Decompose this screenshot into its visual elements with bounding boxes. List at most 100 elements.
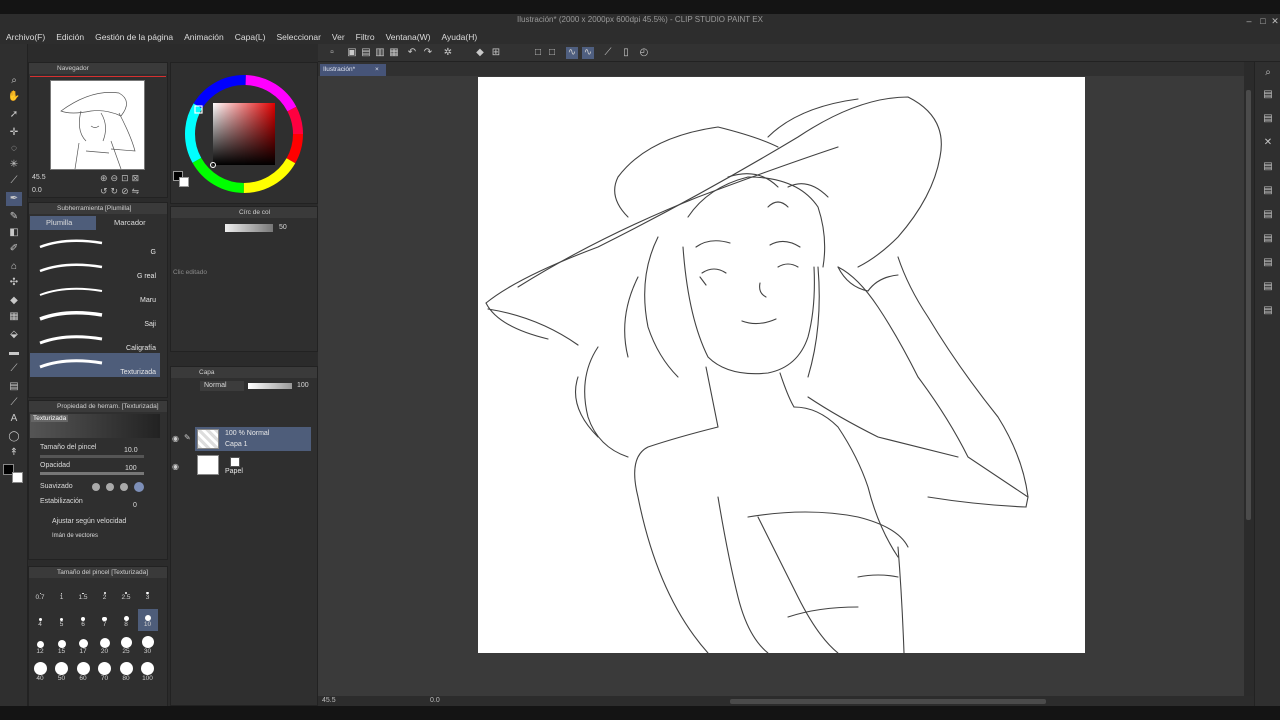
eyedropper-icon[interactable]: ⟋	[6, 174, 22, 188]
wheel-sub-swatch[interactable]	[179, 177, 189, 187]
gradient-icon[interactable]: ▬	[6, 346, 22, 360]
brush-size-option[interactable]: 1.5	[73, 582, 93, 604]
panel-material-4-icon[interactable]: ▤	[1260, 256, 1276, 270]
brush-size-slider[interactable]	[40, 455, 144, 458]
brush-size-option[interactable]: 3	[138, 582, 158, 604]
grid-icon[interactable]: ▦	[6, 310, 22, 324]
brush-size-option[interactable]: 60	[73, 662, 93, 685]
brush-size-option[interactable]: 100	[138, 662, 158, 685]
status-angle[interactable]: 0.0	[430, 697, 440, 704]
operation-icon[interactable]: ➚	[6, 108, 22, 122]
frame-icon[interactable]: ▤	[6, 380, 22, 394]
panel-search-icon[interactable]: ▤	[1260, 160, 1276, 174]
eraser-icon[interactable]: ◧	[6, 226, 22, 240]
layer-opacity-value[interactable]: 100	[297, 382, 309, 389]
brush-caligrafia[interactable]: Caligrafía	[30, 329, 160, 353]
brush-size-option[interactable]: 2.5	[116, 582, 136, 604]
panel-material-5-icon[interactable]: ▤	[1260, 280, 1276, 294]
export-icon[interactable]: ▦	[388, 47, 400, 59]
open-icon[interactable]: ▤	[360, 47, 372, 59]
brush-size-option[interactable]: 10	[137, 609, 158, 631]
decoration-icon[interactable]: ✣	[6, 276, 22, 290]
menu-help[interactable]: Ayuda(H)	[441, 32, 477, 42]
panel-material-icon[interactable]: ▤	[1260, 184, 1276, 198]
snap-icon[interactable]: ∿	[566, 47, 578, 59]
pencil-icon[interactable]: ✎	[6, 210, 22, 224]
menu-file[interactable]: Archivo(F)	[6, 32, 45, 42]
save-icon[interactable]: ▥	[374, 47, 386, 59]
menu-layer[interactable]: Capa(L)	[235, 32, 266, 42]
brush-size-option[interactable]: 30	[138, 636, 158, 658]
sub-color-swatch[interactable]	[12, 472, 23, 483]
search-icon[interactable]: ⌕	[1260, 66, 1276, 80]
clear-icon[interactable]: □	[532, 47, 544, 59]
visibility-eye-icon[interactable]: ◉	[172, 434, 179, 443]
color-set-tab[interactable]: Círc de col	[171, 207, 317, 218]
navigator-rotate-icons[interactable]: ↺↻⊘⇋	[100, 186, 142, 197]
brush-size-option[interactable]: 50	[52, 662, 72, 685]
panel-material-6-icon[interactable]: ▤	[1260, 304, 1276, 318]
minimize-icon[interactable]: –	[1242, 15, 1256, 27]
figure-icon[interactable]: ⟋	[6, 362, 22, 376]
magic-wand-icon[interactable]: ✳	[6, 158, 22, 172]
brush-maru[interactable]: Maru	[30, 281, 160, 305]
brush-size-option[interactable]: 6	[73, 609, 93, 631]
fill-icon[interactable]: ◆	[474, 47, 486, 59]
brush-size-option[interactable]: 0.7	[30, 582, 50, 604]
brush-size-option[interactable]: 25	[116, 636, 136, 658]
layer-opacity-slider[interactable]	[248, 383, 292, 389]
navigator-rotation[interactable]: 0.0	[32, 187, 42, 194]
color-mixing-slider[interactable]	[225, 224, 273, 232]
panel-material-3-icon[interactable]: ▤	[1260, 232, 1276, 246]
brush-size-option[interactable]: 4	[30, 609, 50, 631]
navigator-thumbnail[interactable]	[50, 80, 145, 170]
brush-size-option[interactable]: 17	[73, 636, 93, 658]
brush-size-option[interactable]: 8	[116, 609, 136, 631]
new-file-icon[interactable]: ▫	[326, 47, 338, 59]
status-zoom[interactable]: 45.5	[322, 697, 336, 704]
tab-marcador[interactable]: Marcador	[98, 216, 160, 230]
stabilization-value[interactable]: 0	[133, 502, 137, 509]
smoothing-options[interactable]	[90, 481, 146, 493]
color-wheel[interactable]	[181, 71, 307, 197]
balloon-icon[interactable]: ◯	[6, 430, 22, 444]
opacity-slider[interactable]	[40, 472, 144, 475]
brush-size-option[interactable]: 7	[95, 609, 115, 631]
brush-size-value[interactable]: 10.0	[124, 447, 138, 454]
transform-icon[interactable]: ⊞	[490, 47, 502, 59]
brush-size-option[interactable]: 12	[30, 636, 50, 658]
text-icon[interactable]: A	[6, 412, 22, 426]
new-icon[interactable]: ▣	[346, 47, 358, 59]
brush-saji[interactable]: Saji	[30, 305, 160, 329]
brush-size-option[interactable]: 1	[52, 582, 72, 604]
speed-label[interactable]: Ajustar según velocidad	[52, 518, 126, 525]
menu-animation[interactable]: Animación	[184, 32, 224, 42]
tab-close-icon[interactable]: ×	[375, 66, 379, 73]
blend-icon[interactable]: ◆	[6, 294, 22, 308]
brush-texturizada[interactable]: Texturizada	[30, 353, 160, 377]
panel-material-2-icon[interactable]: ▤	[1260, 208, 1276, 222]
undo-icon[interactable]: ↶	[406, 47, 418, 59]
visibility-eye-icon[interactable]: ◉	[172, 462, 179, 471]
brush-size-option[interactable]: 80	[116, 662, 136, 685]
drawing-canvas[interactable]	[478, 77, 1085, 654]
airbrush-icon[interactable]: ⌂	[6, 260, 22, 274]
navigator-zoom[interactable]: 45.5	[32, 174, 46, 181]
hand-icon[interactable]: ✋	[6, 90, 22, 104]
ruler-icon[interactable]: ⟋	[602, 47, 614, 59]
panel-layer-property-icon[interactable]: ▤	[1260, 88, 1276, 102]
layer-row-papel[interactable]: Papel	[195, 453, 311, 477]
companion-icon[interactable]: ◴	[638, 47, 650, 59]
brush-size-option[interactable]: 5	[52, 609, 72, 631]
navigator-zoom-icons[interactable]: ⊕⊖⊡⊠	[100, 173, 142, 184]
horizontal-scrollbar[interactable]	[730, 699, 1046, 704]
ruler-icon[interactable]: ⟋	[6, 396, 22, 410]
settings-icon[interactable]: ✲	[442, 47, 454, 59]
tab-plumilla[interactable]: Plumilla	[30, 216, 96, 230]
brush-g-real[interactable]: G real	[30, 257, 160, 281]
ruler-snap-icon[interactable]: ∿	[582, 47, 594, 59]
zoom-icon[interactable]: ⌕	[6, 74, 22, 88]
layer-row-capa-1[interactable]: 100 % Normal Capa 1	[195, 427, 311, 451]
clear-outside-icon[interactable]: □	[546, 47, 558, 59]
blend-mode-select[interactable]: Normal	[200, 381, 244, 391]
